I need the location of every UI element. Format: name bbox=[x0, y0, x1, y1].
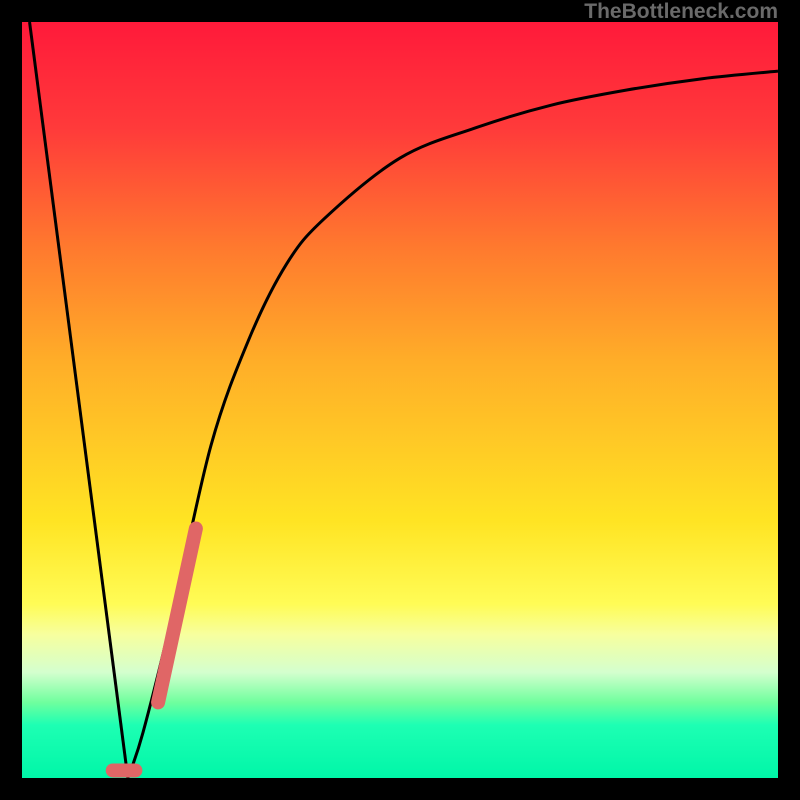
chart-container: TheBottleneck.com bbox=[0, 0, 800, 800]
annotation-long-tick bbox=[158, 529, 196, 703]
curve-right bbox=[128, 71, 778, 778]
chart-svg bbox=[22, 22, 778, 778]
curve-left bbox=[30, 22, 128, 778]
watermark: TheBottleneck.com bbox=[584, 0, 778, 24]
